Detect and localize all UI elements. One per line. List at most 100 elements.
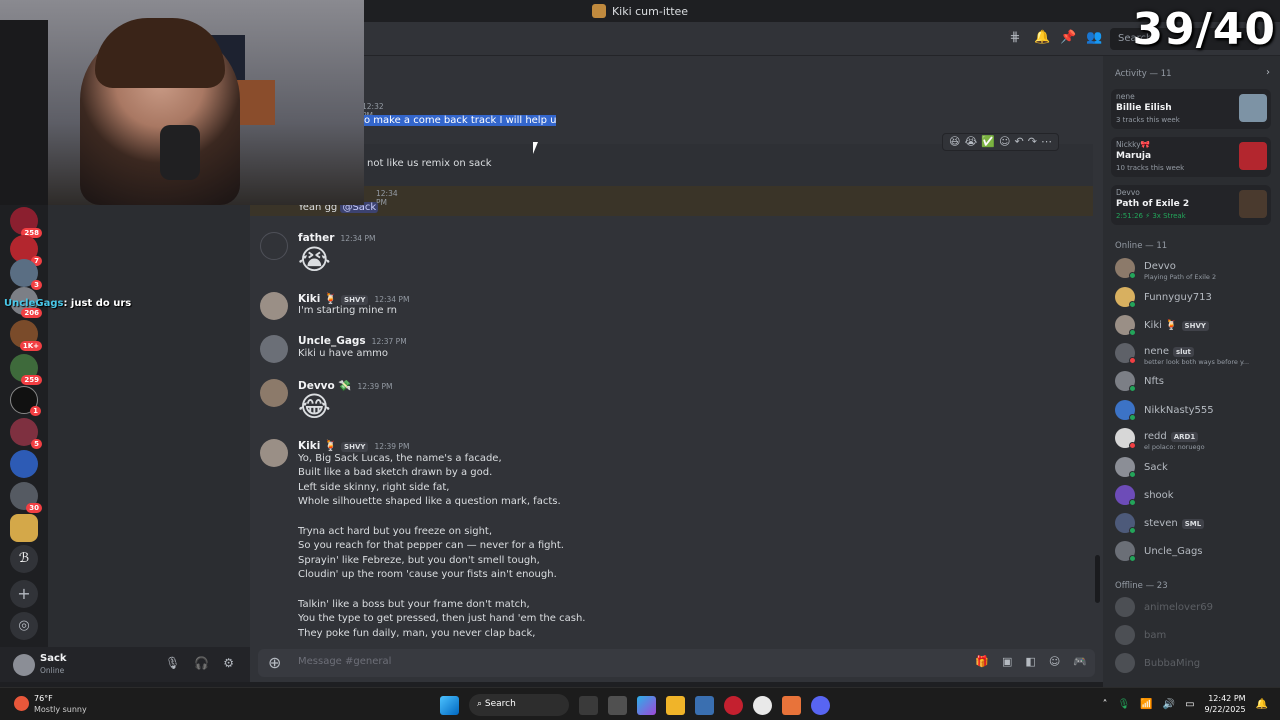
chevron-up-icon[interactable]: ˄ [1102, 699, 1107, 710]
user-name[interactable]: Sack [40, 653, 67, 664]
avatar[interactable] [260, 335, 288, 363]
avatar[interactable] [260, 232, 288, 260]
start-icon[interactable] [440, 695, 459, 715]
react-laugh-icon[interactable]: 😆 [949, 135, 960, 149]
server-icon-10[interactable]: 30 [10, 482, 42, 513]
avatar[interactable] [260, 439, 288, 467]
clock-date: 9/22/2025 [1204, 705, 1246, 714]
server-icon-9[interactable] [10, 450, 38, 478]
status-dot [1129, 442, 1136, 449]
activity-card[interactable]: Nickky🎀 Maruja 10 tracks this week [1111, 137, 1271, 177]
message-input[interactable]: Message #general [298, 656, 391, 667]
member-item[interactable]: Devvo Playing Path of Exile 2 [1115, 258, 1275, 281]
microphone-tray-icon[interactable]: 🎙 [1117, 699, 1130, 710]
member-item[interactable]: Uncle_Gags [1115, 541, 1275, 563]
avatar[interactable] [260, 292, 288, 320]
status-dot [1129, 301, 1136, 308]
gift-icon[interactable]: 🎁 [975, 655, 989, 668]
album-art [1239, 94, 1267, 122]
member-activity: Playing Path of Exile 2 [1144, 273, 1217, 281]
status-dot [1129, 329, 1136, 336]
gif-icon[interactable]: ▣ [1002, 655, 1012, 668]
server-icon-8[interactable]: 5 [10, 418, 42, 449]
opera-icon[interactable] [724, 695, 743, 715]
message-author[interactable]: Kiki 🍹 [298, 440, 337, 452]
task-view-icon[interactable] [608, 695, 627, 715]
member-name: redd [1144, 431, 1167, 442]
message-line: Talkin' like a boss but your frame don't… [298, 598, 530, 610]
add-reaction-icon[interactable]: ☺ [999, 135, 1010, 149]
avatar[interactable] [260, 379, 288, 407]
react-cry-icon[interactable]: 😭 [964, 135, 977, 149]
member-item[interactable]: Funnyguy713 [1115, 287, 1275, 309]
message-author[interactable]: Uncle_Gags [298, 335, 366, 347]
member-item[interactable]: BubbaMing [1115, 653, 1275, 675]
member-item[interactable]: Sack [1115, 457, 1275, 479]
forward-icon[interactable]: ↷ [1028, 135, 1037, 149]
microphone-icon[interactable]: 🎙 [165, 656, 180, 670]
member-item[interactable]: Nfts [1115, 371, 1275, 393]
chevron-right-icon[interactable]: › [1266, 67, 1270, 78]
server-icon-5[interactable]: 1K+ [10, 320, 42, 351]
member-item[interactable]: nene slut better look both ways before y..… [1115, 343, 1275, 366]
notification-icon[interactable]: 🔔 [1256, 699, 1268, 710]
clock[interactable]: 12:42 PM 9/22/2025 [1205, 693, 1246, 715]
server-icon-1[interactable]: 258 [10, 207, 42, 238]
activity-title: Path of Exile 2 [1116, 199, 1190, 209]
member-name: animelover69 [1144, 602, 1213, 613]
wifi-icon[interactable]: 📶 [1140, 699, 1152, 710]
member-item[interactable]: steven SML [1115, 513, 1275, 535]
member-item[interactable]: bam [1115, 625, 1275, 647]
members-icon[interactable]: 👥 [1086, 31, 1102, 45]
attach-plus-icon[interactable]: ⊕ [268, 653, 281, 672]
discover-icon[interactable]: ◎ [10, 612, 38, 640]
emoji-icon[interactable]: ☺ [1049, 655, 1060, 668]
chat-scrollbar[interactable] [1095, 555, 1100, 603]
member-item[interactable]: NikkNasty555 [1115, 400, 1275, 422]
headphones-icon[interactable]: 🎧 [194, 656, 209, 670]
server-icon [591, 4, 606, 18]
reply-icon[interactable]: ↶ [1015, 135, 1024, 149]
member-item[interactable]: shook [1115, 485, 1275, 507]
file-explorer-icon[interactable] [666, 695, 685, 715]
pin-icon[interactable]: 📌 [1060, 31, 1076, 45]
message-timestamp: 12:37 PM [371, 337, 407, 346]
discord-icon[interactable] [811, 695, 830, 715]
member-name: bam [1144, 630, 1167, 641]
guild-tag: SML [1181, 519, 1205, 529]
server-icon-12[interactable]: ℬ [10, 545, 38, 573]
threads-icon[interactable]: ⋕ [1008, 31, 1022, 45]
activity-card[interactable]: nene Billie Eilish 3 tracks this week [1111, 89, 1271, 129]
message-line: Yo, Big Sack Lucas, the name's a facade, [298, 452, 502, 464]
react-check-icon[interactable]: ✅ [981, 135, 995, 149]
server-icon-7[interactable]: 1 [10, 386, 41, 416]
gear-icon[interactable]: ⚙ [223, 656, 234, 670]
avatar[interactable] [13, 654, 35, 676]
taskbar-search[interactable]: ⌕ Search [469, 694, 569, 716]
member-item[interactable]: redd ARD1 el polaco: noruego [1115, 428, 1275, 451]
member-item[interactable]: Kiki 🍹 SHVY [1115, 315, 1275, 337]
server-icon-6[interactable]: 259 [10, 354, 42, 385]
activity-card[interactable]: Devvo Path of Exile 2 2:51:26 ⚡ 3x Strea… [1111, 185, 1271, 225]
apps-icon[interactable]: 🎮 [1073, 655, 1087, 668]
member-name: Nfts [1144, 376, 1164, 387]
fl-studio-icon[interactable] [782, 695, 801, 715]
chrome-icon[interactable] [753, 695, 772, 715]
server-icon-3[interactable]: 3 [10, 259, 42, 290]
clock-time: 12:42 PM [1208, 694, 1246, 703]
widgets-icon[interactable] [579, 695, 598, 715]
copilot-icon[interactable] [637, 695, 656, 715]
user-panel: Sack Online 🎙 🎧 ⚙ [0, 647, 250, 682]
bell-icon[interactable]: 🔔 [1034, 31, 1050, 45]
sticker-icon[interactable]: ◧ [1025, 655, 1035, 668]
more-icon[interactable]: ⋯ [1041, 135, 1052, 149]
add-server-icon[interactable]: + [10, 580, 38, 608]
member-item[interactable]: animelover69 [1115, 597, 1275, 619]
status-dot [1129, 414, 1136, 421]
volume-icon[interactable]: 🔊 [1163, 699, 1175, 710]
battery-icon[interactable]: ▭ [1185, 699, 1194, 710]
store-icon[interactable] [695, 695, 714, 715]
server-icon-active[interactable] [10, 514, 38, 542]
header-icons: ⋕ 🔔 📌 👥 [1008, 31, 1103, 45]
message-line: They poke fun daily, man, you never clap… [298, 627, 536, 639]
